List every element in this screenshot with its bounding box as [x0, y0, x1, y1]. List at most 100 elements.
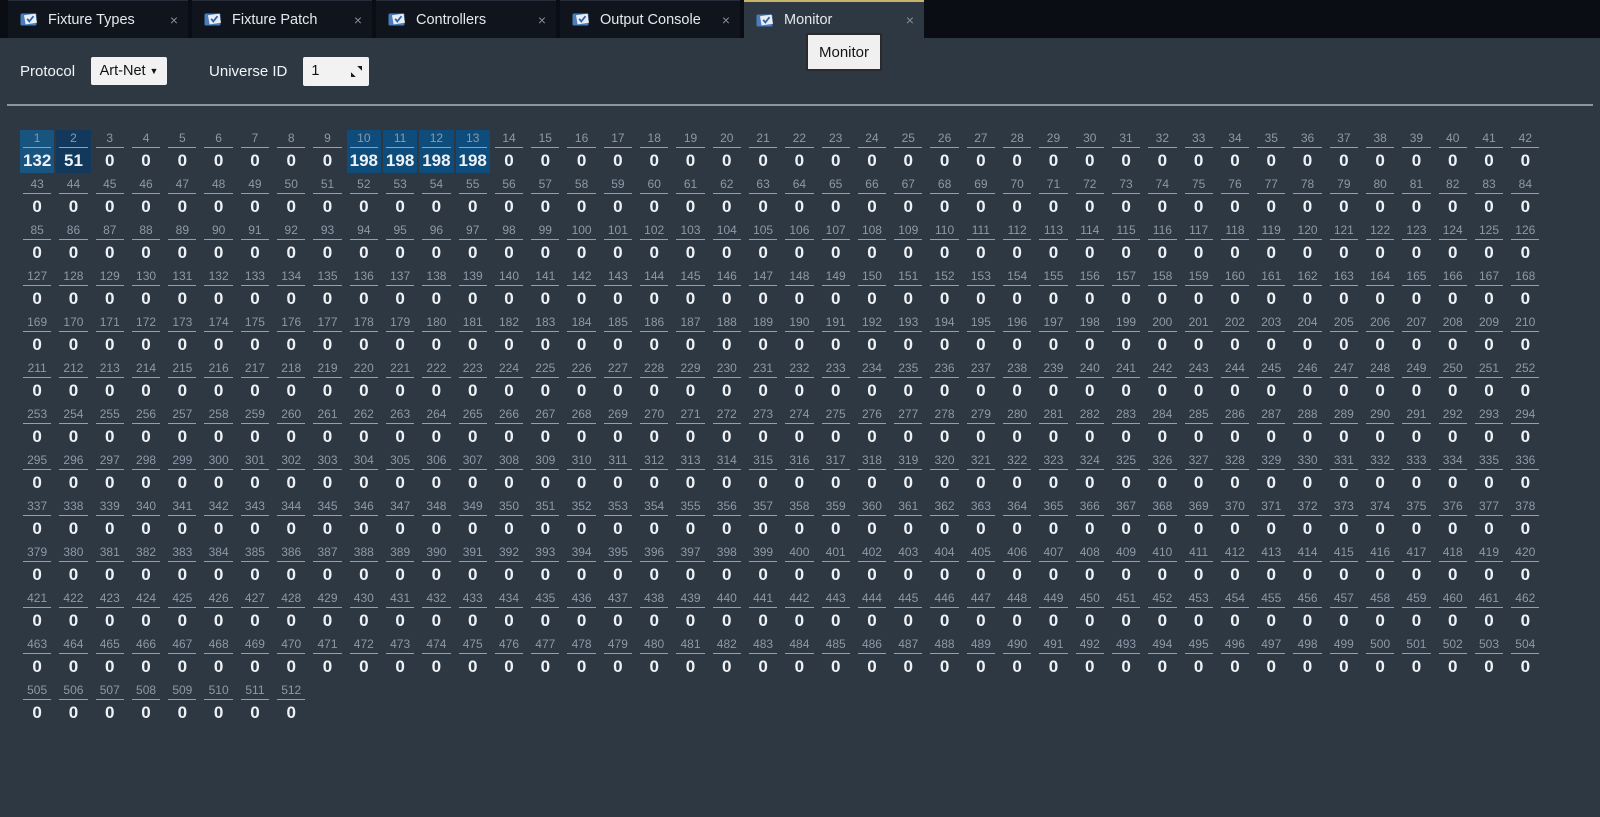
dmx-channel-cell: 83 0	[1472, 176, 1506, 219]
channel-number: 35	[1257, 131, 1286, 148]
channel-value: 0	[1230, 611, 1240, 630]
channel-number: 94	[349, 223, 378, 240]
channel-value: 0	[976, 335, 986, 354]
close-icon[interactable]: ×	[906, 13, 914, 27]
channel-number: 67	[894, 177, 923, 194]
channel-value: 0	[431, 427, 442, 446]
dmx-channel-cell: 43 0	[20, 176, 54, 219]
channel-value: 0	[177, 289, 188, 308]
tab-output-console[interactable]: Output Console ×	[560, 0, 740, 38]
channel-value: 0	[1266, 427, 1276, 446]
channel-value: 0	[758, 197, 768, 216]
channel-value: 0	[1121, 427, 1131, 446]
dmx-channel-cell: 62 0	[710, 176, 744, 219]
channel-number: 298	[131, 453, 161, 470]
channel-value: 0	[177, 151, 188, 170]
channel-number: 271	[676, 407, 705, 424]
dmx-channel-cell: 50 0	[274, 176, 308, 219]
channel-value: 0	[1157, 427, 1168, 446]
channel-number: 465	[95, 637, 124, 654]
channel-number: 22	[785, 131, 814, 148]
channel-value: 0	[1447, 197, 1458, 216]
channel-value: 0	[1193, 519, 1204, 538]
tab-label: Fixture Types	[48, 11, 135, 28]
channel-number: 231	[748, 361, 778, 378]
channel-value: 0	[395, 565, 405, 584]
channel-number: 147	[748, 269, 778, 286]
close-icon[interactable]: ×	[538, 13, 546, 27]
dmx-channel-cell: 101 0	[601, 222, 635, 265]
dmx-channel-cell: 478 0	[564, 636, 598, 679]
channel-number: 122	[1365, 223, 1395, 240]
channel-number: 165	[1402, 269, 1431, 286]
dmx-channel-cell: 486 0	[855, 636, 889, 679]
dmx-channel-cell: 171 0	[93, 314, 127, 357]
channel-value: 0	[830, 519, 841, 538]
channel-value: 0	[613, 427, 623, 446]
universe-id-input[interactable]	[311, 63, 348, 79]
channel-number: 51	[313, 177, 342, 194]
dmx-channel-cell: 177 0	[310, 314, 344, 357]
channel-value: 0	[1302, 243, 1313, 262]
channel-number: 286	[1220, 407, 1250, 424]
channel-value: 0	[504, 611, 514, 630]
tab-fixture-types[interactable]: Fixture Types ×	[8, 0, 188, 38]
close-icon[interactable]: ×	[354, 13, 362, 27]
channel-value: 0	[1193, 243, 1204, 262]
tab-fixture-patch[interactable]: Fixture Patch ×	[192, 0, 372, 38]
channel-number: 397	[676, 545, 705, 562]
dmx-channel-cell: 96 0	[419, 222, 453, 265]
channel-value: 0	[1085, 519, 1095, 538]
channel-value: 0	[1411, 657, 1422, 676]
dmx-channel-cell: 420 0	[1508, 544, 1542, 587]
dmx-channel-cell: 387 0	[310, 544, 344, 587]
dmx-channel-cell: 53 0	[383, 176, 417, 219]
channel-value: 0	[250, 289, 260, 308]
channel-number: 248	[1365, 361, 1395, 378]
channel-number: 382	[131, 545, 161, 562]
dmx-channel-cell: 286 0	[1218, 406, 1252, 449]
dmx-channel-cell: 318 0	[855, 452, 889, 495]
channel-value: 0	[1121, 519, 1131, 538]
tab-controllers[interactable]: Controllers ×	[376, 0, 556, 38]
channel-value: 0	[758, 243, 768, 262]
diagonal-resize-icon[interactable]	[350, 65, 363, 78]
channel-number: 454	[1220, 591, 1250, 608]
channel-number: 467	[168, 637, 197, 654]
channel-number: 200	[1148, 315, 1177, 332]
channel-value: 0	[1048, 473, 1059, 492]
dmx-channel-cell: 107 0	[819, 222, 853, 265]
channel-value: 0	[1157, 657, 1168, 676]
channel-value: 0	[32, 473, 42, 492]
channel-value: 0	[1411, 289, 1422, 308]
channel-number: 127	[23, 269, 52, 286]
dmx-channel-cell: 39 0	[1399, 130, 1433, 173]
dmx-channel-cell: 397 0	[673, 544, 707, 587]
channel-number: 95	[385, 223, 415, 240]
channel-value: 0	[1048, 381, 1059, 400]
channel-value: 0	[1266, 473, 1276, 492]
dmx-grid-row: 43 0 44 0 45 0 46 0 47 0 48 0 49 0 50 0 51 0 52 0 53 0 54 0 55 0 5…	[20, 176, 1600, 219]
dmx-channel-cell: 86 0	[56, 222, 90, 265]
channel-value: 0	[1048, 197, 1059, 216]
universe-id-spinbox[interactable]	[303, 56, 370, 86]
channel-number: 112	[1003, 223, 1032, 240]
dmx-channel-cell: 90 0	[201, 222, 235, 265]
channel-number: 415	[1329, 545, 1358, 562]
channel-number: 208	[1438, 315, 1467, 332]
channel-value: 0	[1302, 427, 1313, 446]
close-icon[interactable]: ×	[722, 13, 730, 27]
dmx-channel-cell: 449 0	[1036, 590, 1070, 633]
dmx-channel-cell: 447 0	[964, 590, 998, 633]
protocol-dropdown[interactable]: Art-Net ▼	[91, 57, 168, 85]
close-icon[interactable]: ×	[170, 13, 178, 27]
channel-value: 0	[105, 427, 115, 446]
dmx-channel-cell: 199 0	[1109, 314, 1143, 357]
channel-number: 162	[1293, 269, 1322, 286]
channel-value: 0	[141, 565, 151, 584]
channel-value: 0	[359, 289, 369, 308]
dmx-channel-cell: 153 0	[964, 268, 998, 311]
channel-value: 0	[286, 657, 296, 676]
channel-number: 256	[131, 407, 161, 424]
channel-value: 0	[1230, 289, 1240, 308]
